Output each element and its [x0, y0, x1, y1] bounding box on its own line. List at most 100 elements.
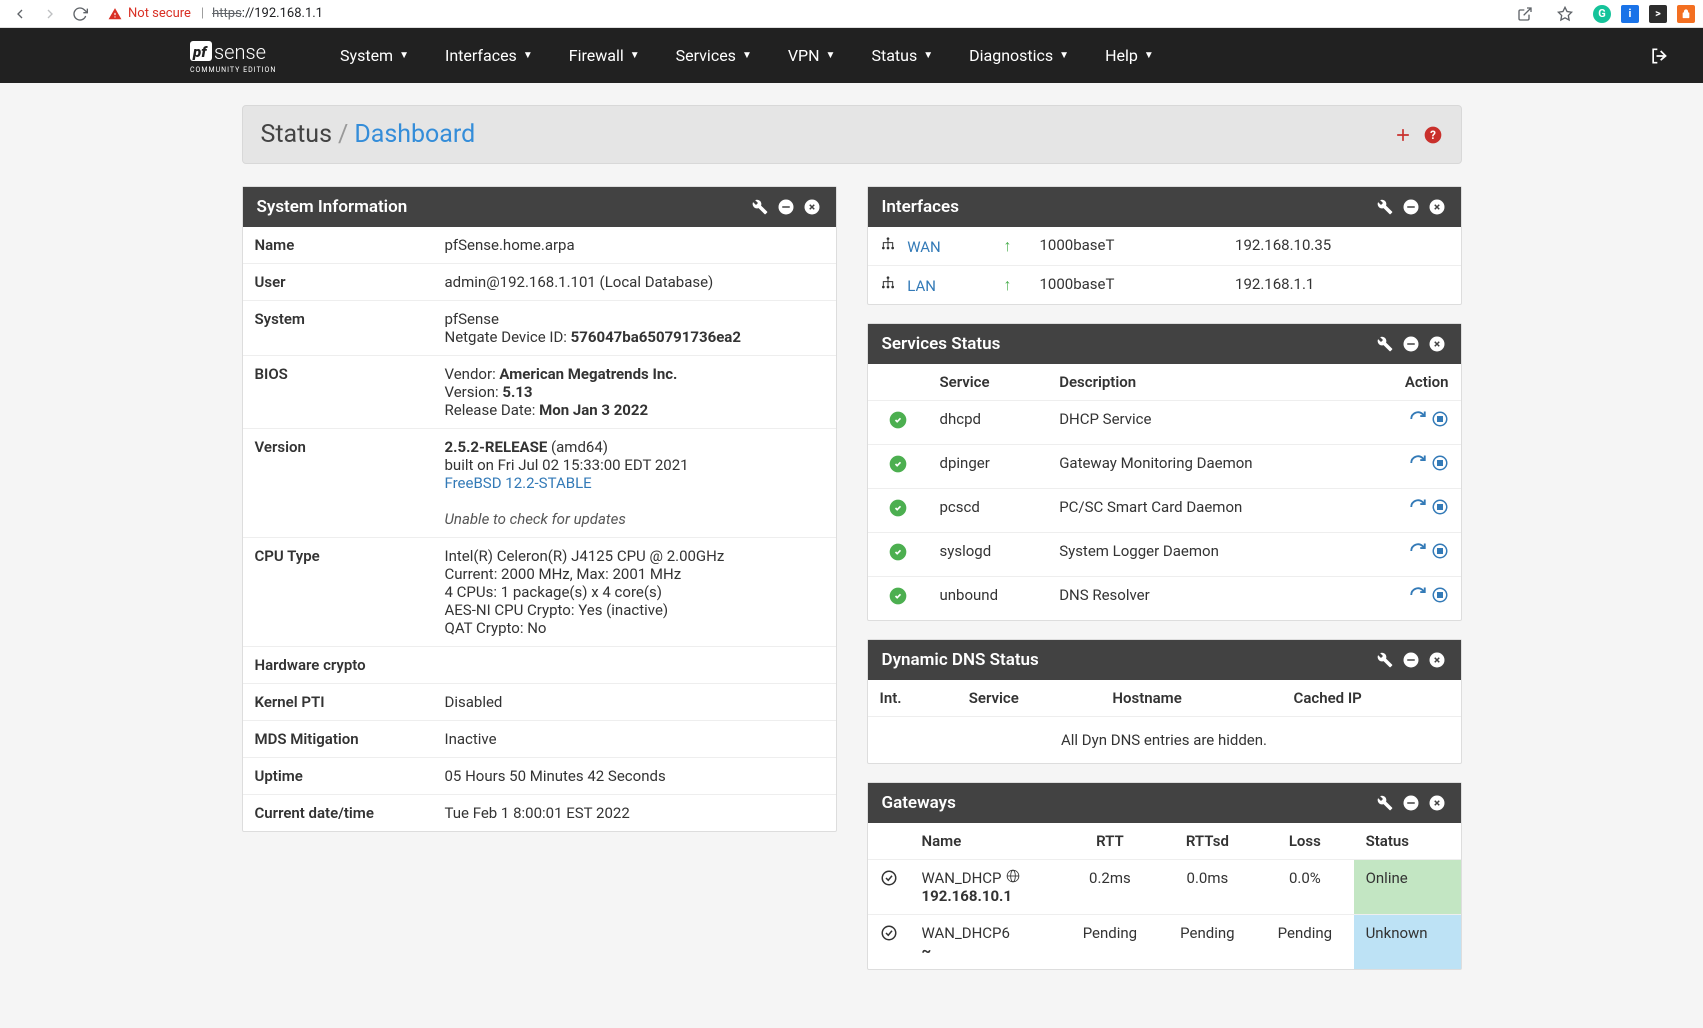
- nav-interfaces[interactable]: Interfaces▼: [427, 28, 551, 83]
- url-protocol: https: [212, 6, 242, 21]
- interface-link[interactable]: LAN: [907, 277, 936, 295]
- check-icon: [880, 871, 898, 892]
- table-row: Version2.5.2-RELEASE (amd64)built on Fri…: [243, 429, 836, 538]
- table-row: NamepfSense.home.arpa: [243, 227, 836, 264]
- extension-dark-icon[interactable]: >: [1649, 5, 1667, 23]
- col-service: Service: [928, 364, 1048, 401]
- breadcrumb-page[interactable]: Dashboard: [354, 120, 475, 149]
- separator: |: [201, 6, 204, 21]
- back-button[interactable]: [8, 2, 32, 26]
- svg-text:?: ?: [1430, 128, 1436, 142]
- table-row: dpingerGateway Monitoring Daemon: [868, 445, 1461, 489]
- table-row: WAN_DHCP192.168.10.10.2ms0.0ms0.0%Online: [868, 860, 1461, 915]
- configure-icon[interactable]: [1375, 334, 1395, 354]
- svg-text:pf: pf: [192, 43, 208, 61]
- col-action: Action: [1362, 364, 1460, 401]
- minimize-icon[interactable]: [1401, 197, 1421, 217]
- configure-icon[interactable]: [1375, 793, 1395, 813]
- stop-service-button[interactable]: [1431, 586, 1449, 604]
- gateway-status: Unknown: [1354, 915, 1461, 970]
- col-rttsd: RTTsd: [1159, 823, 1256, 860]
- reload-button[interactable]: [68, 2, 92, 26]
- add-widget-button[interactable]: [1393, 125, 1413, 145]
- close-icon[interactable]: [1427, 197, 1447, 217]
- star-icon[interactable]: [1553, 2, 1577, 26]
- status-ok-icon: [888, 590, 908, 611]
- warning-icon: [108, 7, 122, 21]
- restart-service-button[interactable]: [1409, 498, 1427, 516]
- minimize-icon[interactable]: [776, 197, 796, 217]
- col-rtt: RTT: [1061, 823, 1158, 860]
- minimize-icon[interactable]: [1401, 793, 1421, 813]
- configure-icon[interactable]: [1375, 650, 1395, 670]
- nav-vpn[interactable]: VPN▼: [770, 28, 854, 83]
- table-row: CPU TypeIntel(R) Celeron(R) J4125 CPU @ …: [243, 538, 836, 647]
- configure-icon[interactable]: [750, 197, 770, 217]
- close-icon[interactable]: [1427, 334, 1447, 354]
- freebsd-link[interactable]: FreeBSD 12.2-STABLE: [445, 474, 592, 492]
- close-icon[interactable]: [1427, 650, 1447, 670]
- table-row: unboundDNS Resolver: [868, 577, 1461, 621]
- col-cached: Cached IP: [1282, 680, 1461, 717]
- address-bar[interactable]: Not secure | https://192.168.1.1: [98, 6, 1513, 21]
- nav-status[interactable]: Status▼: [853, 28, 951, 83]
- table-row: syslogdSystem Logger Daemon: [868, 533, 1461, 577]
- not-secure-label: Not secure: [128, 6, 191, 21]
- globe-icon: [1006, 871, 1020, 887]
- status-ok-icon: [888, 458, 908, 479]
- nav-services[interactable]: Services▼: [658, 28, 770, 83]
- table-row: Current date/timeTue Feb 1 8:00:01 EST 2…: [243, 795, 836, 832]
- svg-text:sense: sense: [214, 40, 266, 64]
- col-loss: Loss: [1256, 823, 1353, 860]
- status-ok-icon: [888, 414, 908, 435]
- stop-service-button[interactable]: [1431, 542, 1449, 560]
- close-icon[interactable]: [1427, 793, 1447, 813]
- logout-button[interactable]: [1649, 46, 1669, 66]
- restart-service-button[interactable]: [1409, 454, 1427, 472]
- restart-service-button[interactable]: [1409, 542, 1427, 560]
- restart-service-button[interactable]: [1409, 586, 1427, 604]
- col-name: Name: [910, 823, 1062, 860]
- forward-button[interactable]: [38, 2, 62, 26]
- breadcrumb-section: Status: [261, 120, 332, 149]
- gateways-panel: Gateways NameRTTRTTsdLossStatus WAN_DHCP…: [867, 782, 1462, 970]
- share-icon[interactable]: [1513, 2, 1537, 26]
- status-ok-icon: [888, 502, 908, 523]
- status-up-icon: ↑: [1004, 236, 1012, 255]
- col-hostname: Hostname: [1100, 680, 1281, 717]
- stop-service-button[interactable]: [1431, 410, 1449, 428]
- ddns-hidden-message: All Dyn DNS entries are hidden.: [868, 717, 1461, 764]
- network-icon: [880, 275, 900, 295]
- extension-orange-icon[interactable]: [1677, 5, 1695, 23]
- nav-diagnostics[interactable]: Diagnostics▼: [951, 28, 1087, 83]
- stop-service-button[interactable]: [1431, 454, 1449, 472]
- nav-firewall[interactable]: Firewall▼: [551, 28, 658, 83]
- configure-icon[interactable]: [1375, 197, 1395, 217]
- nav-system[interactable]: System▼: [322, 28, 427, 83]
- table-row: MDS MitigationInactive: [243, 721, 836, 758]
- minimize-icon[interactable]: [1401, 334, 1421, 354]
- table-row: Hardware crypto: [243, 647, 836, 684]
- minimize-icon[interactable]: [1401, 650, 1421, 670]
- panel-title: System Information: [257, 197, 750, 217]
- extension-blue-icon[interactable]: i: [1621, 5, 1639, 23]
- url-host: ://192.168.1.1: [242, 6, 323, 21]
- panel-title: Interfaces: [882, 197, 1375, 217]
- interface-link[interactable]: WAN: [907, 238, 940, 256]
- extension-grammarly-icon[interactable]: G: [1593, 5, 1611, 23]
- close-icon[interactable]: [802, 197, 822, 217]
- services-status-panel: Services Status ServiceDescriptionAction…: [867, 323, 1462, 621]
- table-row: Kernel PTIDisabled: [243, 684, 836, 721]
- restart-service-button[interactable]: [1409, 410, 1427, 428]
- check-icon: [880, 926, 898, 947]
- table-row: SystempfSenseNetgate Device ID: 576047ba…: [243, 301, 836, 356]
- nav-help[interactable]: Help▼: [1087, 28, 1172, 83]
- help-button[interactable]: ?: [1423, 125, 1443, 145]
- status-ok-icon: [888, 546, 908, 567]
- col-desc: Description: [1047, 364, 1362, 401]
- stop-service-button[interactable]: [1431, 498, 1449, 516]
- table-row: WAN_DHCP6~PendingPendingPendingUnknown: [868, 915, 1461, 970]
- system-information-panel: System Information NamepfSense.home.arpa…: [242, 186, 837, 832]
- network-icon: [880, 236, 900, 256]
- pfsense-logo[interactable]: pf sense COMMUNITY EDITION: [190, 37, 300, 75]
